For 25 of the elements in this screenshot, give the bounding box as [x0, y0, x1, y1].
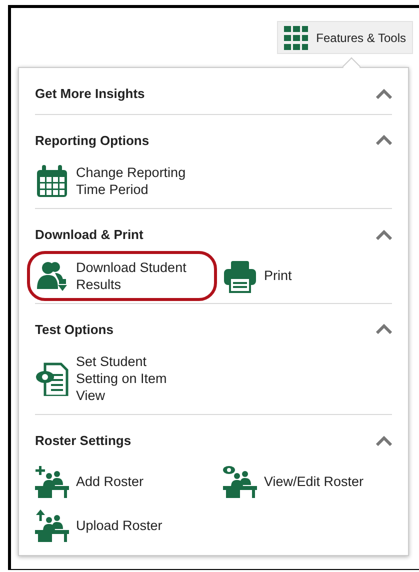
section-title: Test Options	[35, 320, 114, 339]
section-title: Roster Settings	[35, 432, 132, 450]
printer-icon	[223, 258, 257, 292]
document-eye-icon	[35, 362, 69, 396]
section-title: Get More Insights	[35, 85, 145, 103]
menu-item[interactable]: Change Reporting Time Period	[35, 164, 223, 198]
roster-upload-icon	[35, 508, 69, 542]
menu-item[interactable]: Print	[223, 258, 392, 292]
section-title: Reporting Options	[35, 132, 150, 150]
features-tools-button[interactable]: Features & Tools	[277, 21, 413, 54]
menu-item[interactable]: View/Edit Roster	[223, 464, 394, 498]
menu-item[interactable]: Download Student Results	[35, 258, 209, 292]
section-title: Download & Print	[35, 226, 144, 244]
menu-item[interactable]: Upload Roster	[35, 508, 223, 542]
roster-eye-icon	[223, 464, 257, 498]
roster-add-icon	[35, 464, 69, 498]
calendar-icon	[35, 164, 69, 198]
collapse-chevron-icon[interactable]	[376, 88, 392, 99]
collapse-chevron-icon[interactable]	[376, 436, 392, 446]
menu-item[interactable]: Set Student Setting on Item View	[35, 353, 223, 404]
grid-icon	[284, 26, 308, 50]
collapse-chevron-icon[interactable]	[376, 230, 392, 240]
collapse-chevron-icon[interactable]	[376, 135, 392, 146]
collapse-chevron-icon[interactable]	[376, 324, 392, 334]
menu-item[interactable]: Add Roster	[35, 464, 223, 498]
